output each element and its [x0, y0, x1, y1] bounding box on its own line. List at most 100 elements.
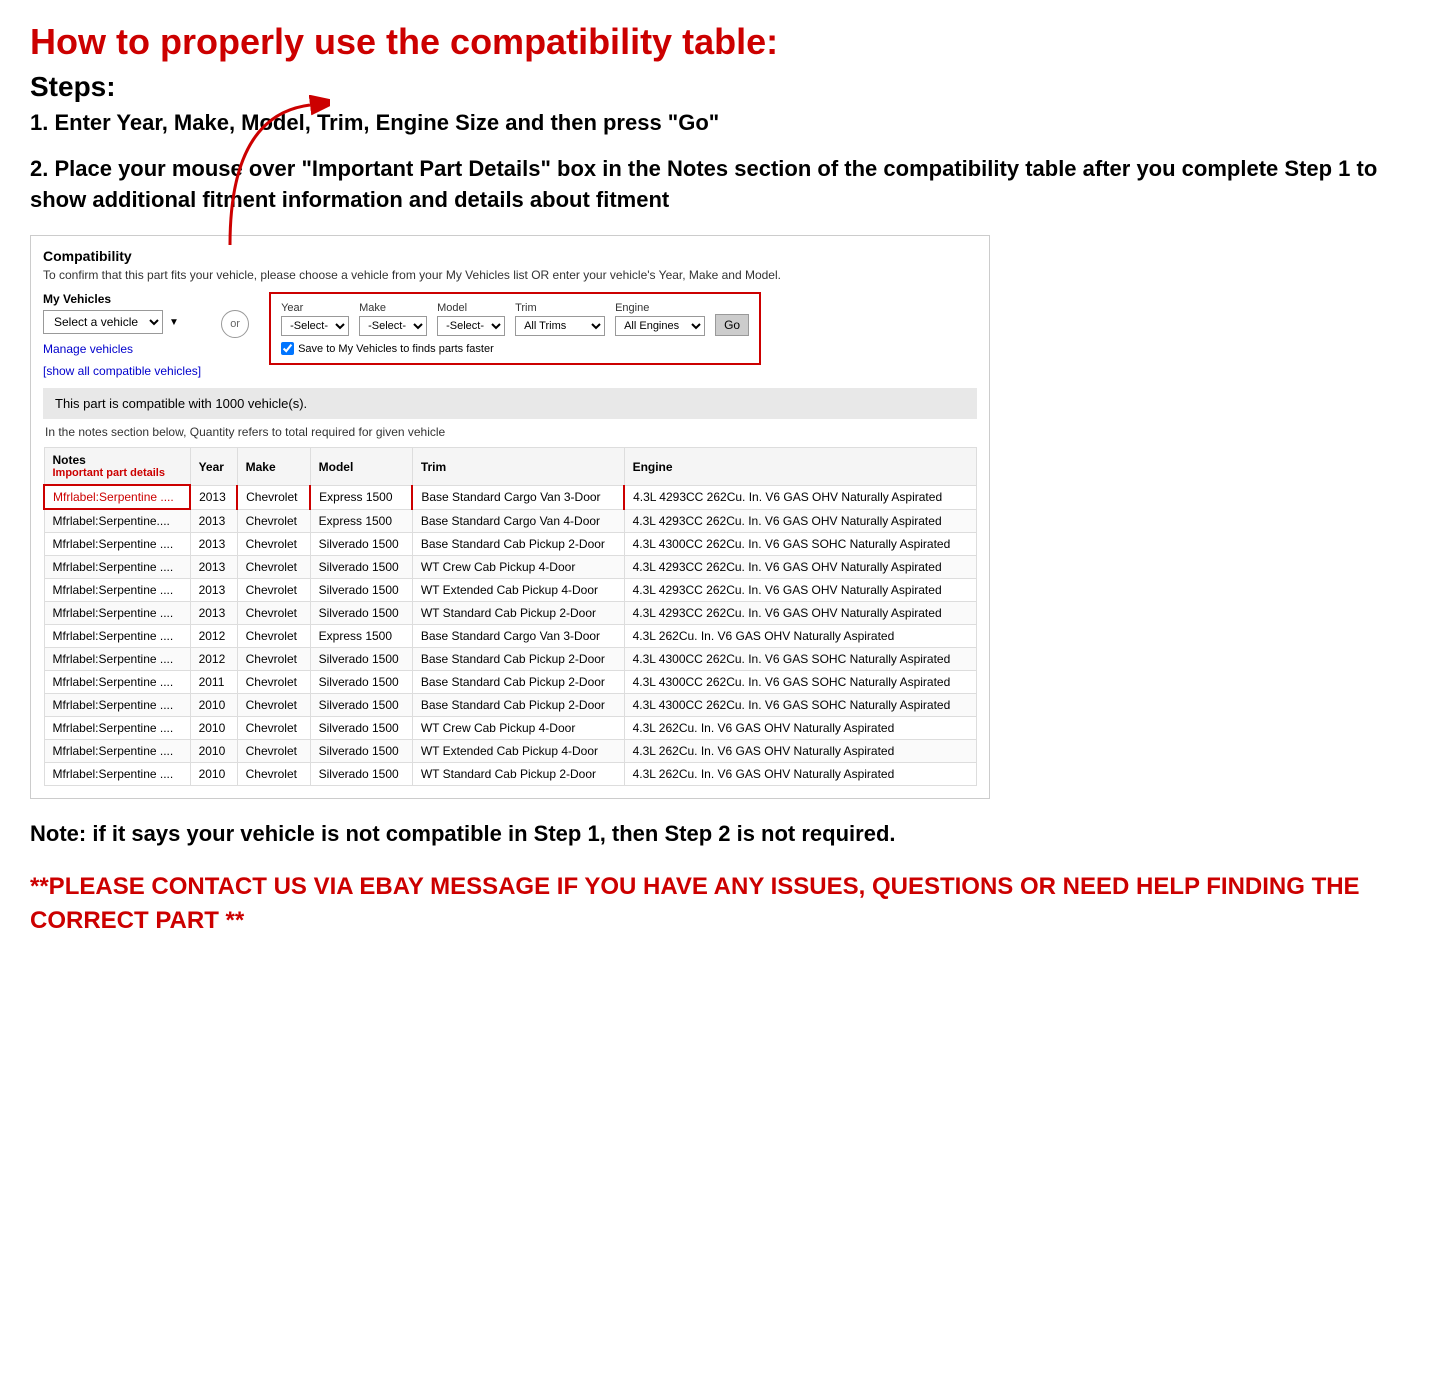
cell-make: Chevrolet	[237, 533, 310, 556]
compatibility-table: Notes Important part details Year Make M…	[43, 447, 977, 786]
th-trim: Trim	[412, 448, 624, 486]
table-row: Mfrlabel:Serpentine ....2010ChevroletSil…	[44, 763, 977, 786]
cell-trim: WT Extended Cab Pickup 4-Door	[412, 579, 624, 602]
th-year: Year	[190, 448, 237, 486]
cell-model: Silverado 1500	[310, 556, 412, 579]
make-col: Make -Select-	[359, 302, 427, 336]
manage-vehicles-link[interactable]: Manage vehicles	[43, 342, 201, 356]
cell-model: Silverado 1500	[310, 648, 412, 671]
cell-trim: Base Standard Cargo Van 4-Door	[412, 509, 624, 533]
table-row: Mfrlabel:Serpentine ....2010ChevroletSil…	[44, 740, 977, 763]
cell-make: Chevrolet	[237, 556, 310, 579]
cell-notes: Mfrlabel:Serpentine ....	[44, 694, 190, 717]
table-row: Mfrlabel:Serpentine ....2010ChevroletSil…	[44, 717, 977, 740]
table-row: Mfrlabel:Serpentine ....2013ChevroletSil…	[44, 602, 977, 625]
engine-select[interactable]: All Engines	[615, 316, 705, 336]
steps-label: Steps:	[30, 71, 1415, 103]
cell-year: 2012	[190, 648, 237, 671]
contact-text: **PLEASE CONTACT US VIA EBAY MESSAGE IF …	[30, 870, 1415, 937]
make-select[interactable]: -Select-	[359, 316, 427, 336]
cell-notes: Mfrlabel:Serpentine ....	[44, 717, 190, 740]
my-vehicles-select-row: Select a vehicle ▼	[43, 310, 201, 334]
table-row: Mfrlabel:Serpentine ....2012ChevroletSil…	[44, 648, 977, 671]
quantity-note: In the notes section below, Quantity ref…	[43, 425, 977, 439]
cell-engine: 4.3L 4293CC 262Cu. In. V6 GAS OHV Natura…	[624, 579, 976, 602]
table-row: Mfrlabel:Serpentine ....2011ChevroletSil…	[44, 671, 977, 694]
cell-notes: Mfrlabel:Serpentine ....	[44, 625, 190, 648]
cell-trim: WT Standard Cab Pickup 2-Door	[412, 763, 624, 786]
cell-model: Silverado 1500	[310, 763, 412, 786]
th-notes: Notes Important part details	[44, 448, 190, 486]
cell-engine: 4.3L 4293CC 262Cu. In. V6 GAS OHV Natura…	[624, 485, 976, 509]
cell-year: 2010	[190, 763, 237, 786]
cell-notes: Mfrlabel:Serpentine ....	[44, 671, 190, 694]
step1-text: 1. Enter Year, Make, Model, Trim, Engine…	[30, 109, 1415, 138]
cell-trim: Base Standard Cargo Van 3-Door	[412, 485, 624, 509]
th-engine: Engine	[624, 448, 976, 486]
cell-engine: 4.3L 4300CC 262Cu. In. V6 GAS SOHC Natur…	[624, 694, 976, 717]
cell-make: Chevrolet	[237, 625, 310, 648]
cell-engine: 4.3L 262Cu. In. V6 GAS OHV Naturally Asp…	[624, 717, 976, 740]
compat-controls: My Vehicles Select a vehicle ▼ Manage ve…	[43, 292, 977, 378]
cell-trim: WT Crew Cab Pickup 4-Door	[412, 556, 624, 579]
table-header-row: Notes Important part details Year Make M…	[44, 448, 977, 486]
cell-engine: 4.3L 4300CC 262Cu. In. V6 GAS SOHC Natur…	[624, 533, 976, 556]
trim-col: Trim All Trims	[515, 302, 605, 336]
table-row: Mfrlabel:Serpentine ....2013ChevroletExp…	[44, 485, 977, 509]
cell-trim: Base Standard Cargo Van 3-Door	[412, 625, 624, 648]
show-all-link[interactable]: [show all compatible vehicles]	[43, 364, 201, 378]
table-row: Mfrlabel:Serpentine ....2010ChevroletSil…	[44, 694, 977, 717]
table-body: Mfrlabel:Serpentine ....2013ChevroletExp…	[44, 485, 977, 786]
year-col: Year -Select-	[281, 302, 349, 336]
cell-notes: Mfrlabel:Serpentine ....	[44, 740, 190, 763]
or-divider: or	[221, 310, 249, 338]
table-header: Notes Important part details Year Make M…	[44, 448, 977, 486]
cell-make: Chevrolet	[237, 648, 310, 671]
compatibility-section: Compatibility To confirm that this part …	[30, 235, 990, 799]
cell-engine: 4.3L 4293CC 262Cu. In. V6 GAS OHV Natura…	[624, 556, 976, 579]
cell-year: 2010	[190, 717, 237, 740]
cell-trim: WT Extended Cab Pickup 4-Door	[412, 740, 624, 763]
cell-trim: Base Standard Cab Pickup 2-Door	[412, 694, 624, 717]
my-vehicles-section: My Vehicles Select a vehicle ▼ Manage ve…	[43, 292, 201, 378]
cell-year: 2013	[190, 556, 237, 579]
cell-trim: Base Standard Cab Pickup 2-Door	[412, 648, 624, 671]
save-row: Save to My Vehicles to finds parts faste…	[281, 342, 749, 355]
cell-trim: WT Crew Cab Pickup 4-Door	[412, 717, 624, 740]
model-select[interactable]: -Select-	[437, 316, 505, 336]
year-make-model-section: Year -Select- Make -Select- Model	[269, 292, 761, 365]
ymm-row: Year -Select- Make -Select- Model	[281, 302, 749, 336]
table-row: Mfrlabel:Serpentine ....2013ChevroletSil…	[44, 579, 977, 602]
table-row: Mfrlabel:Serpentine....2013ChevroletExpr…	[44, 509, 977, 533]
cell-notes: Mfrlabel:Serpentine....	[44, 509, 190, 533]
trim-label: Trim	[515, 302, 605, 314]
cell-model: Express 1500	[310, 625, 412, 648]
cell-model: Silverado 1500	[310, 602, 412, 625]
cell-model: Silverado 1500	[310, 579, 412, 602]
compatible-count-bar: This part is compatible with 1000 vehicl…	[43, 388, 977, 419]
compat-subtitle: To confirm that this part fits your vehi…	[43, 268, 977, 282]
cell-model: Silverado 1500	[310, 533, 412, 556]
cell-engine: 4.3L 262Cu. In. V6 GAS OHV Naturally Asp…	[624, 763, 976, 786]
cell-year: 2011	[190, 671, 237, 694]
cell-notes: Mfrlabel:Serpentine ....	[44, 556, 190, 579]
cell-trim: Base Standard Cab Pickup 2-Door	[412, 671, 624, 694]
th-make: Make	[237, 448, 310, 486]
make-label: Make	[359, 302, 427, 314]
cell-year: 2013	[190, 602, 237, 625]
cell-engine: 4.3L 4300CC 262Cu. In. V6 GAS SOHC Natur…	[624, 671, 976, 694]
trim-select[interactable]: All Trims	[515, 316, 605, 336]
cell-engine: 4.3L 262Cu. In. V6 GAS OHV Naturally Asp…	[624, 740, 976, 763]
th-notes-sub: Important part details	[53, 467, 182, 479]
save-checkbox[interactable]	[281, 342, 294, 355]
compatibility-wrapper: Compatibility To confirm that this part …	[30, 235, 1415, 799]
my-vehicles-label: My Vehicles	[43, 292, 201, 306]
cell-trim: WT Standard Cab Pickup 2-Door	[412, 602, 624, 625]
go-button[interactable]: Go	[715, 314, 749, 336]
cell-make: Chevrolet	[237, 509, 310, 533]
year-select[interactable]: -Select-	[281, 316, 349, 336]
cell-make: Chevrolet	[237, 602, 310, 625]
select-vehicle-dropdown[interactable]: Select a vehicle	[43, 310, 163, 334]
cell-notes: Mfrlabel:Serpentine ....	[44, 602, 190, 625]
cell-engine: 4.3L 4293CC 262Cu. In. V6 GAS OHV Natura…	[624, 509, 976, 533]
